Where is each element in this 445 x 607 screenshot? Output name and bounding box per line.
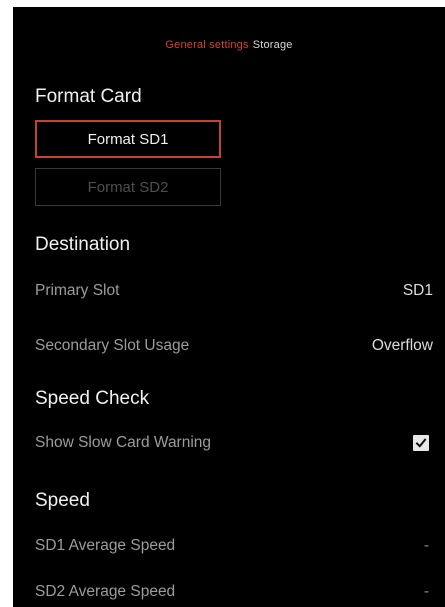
breadcrumb-parent-link[interactable]: General settings xyxy=(165,39,248,51)
primary-slot-row[interactable]: Primary Slot SD1 xyxy=(35,279,433,303)
speed-check-heading: Speed Check xyxy=(35,388,150,409)
primary-slot-value[interactable]: SD1 xyxy=(403,282,433,300)
sd1-average-speed-row: SD1 Average Speed - xyxy=(35,534,433,558)
secondary-slot-usage-value[interactable]: Overflow xyxy=(372,337,433,355)
sd1-average-speed-label: SD1 Average Speed xyxy=(35,537,176,554)
format-sd1-button[interactable]: Format SD1 xyxy=(35,120,221,158)
breadcrumb: General settings Storage xyxy=(13,39,445,51)
sd1-average-speed-value: - xyxy=(423,537,429,554)
format-sd2-button[interactable]: Format SD2 xyxy=(35,168,221,206)
speed-heading: Speed xyxy=(35,490,90,511)
slow-card-warning-label: Show Slow Card Warning xyxy=(35,434,212,451)
primary-slot-label: Primary Slot xyxy=(35,282,120,299)
format-card-heading: Format Card xyxy=(35,86,142,107)
slow-card-warning-row[interactable]: Show Slow Card Warning xyxy=(35,431,433,455)
destination-heading: Destination xyxy=(35,234,131,255)
sd2-average-speed-label: SD2 Average Speed xyxy=(35,583,176,600)
sd2-average-speed-row: SD2 Average Speed - xyxy=(35,580,433,604)
breadcrumb-current: Storage xyxy=(252,39,293,51)
secondary-slot-usage-row[interactable]: Secondary Slot Usage Overflow xyxy=(35,334,433,358)
checkmark-icon xyxy=(415,438,427,448)
secondary-slot-usage-label: Secondary Slot Usage xyxy=(35,337,190,354)
sd2-average-speed-value: - xyxy=(423,583,429,600)
storage-settings-panel: General settings Storage Format Card Form… xyxy=(13,7,445,607)
slow-card-warning-checkbox[interactable] xyxy=(413,435,429,451)
